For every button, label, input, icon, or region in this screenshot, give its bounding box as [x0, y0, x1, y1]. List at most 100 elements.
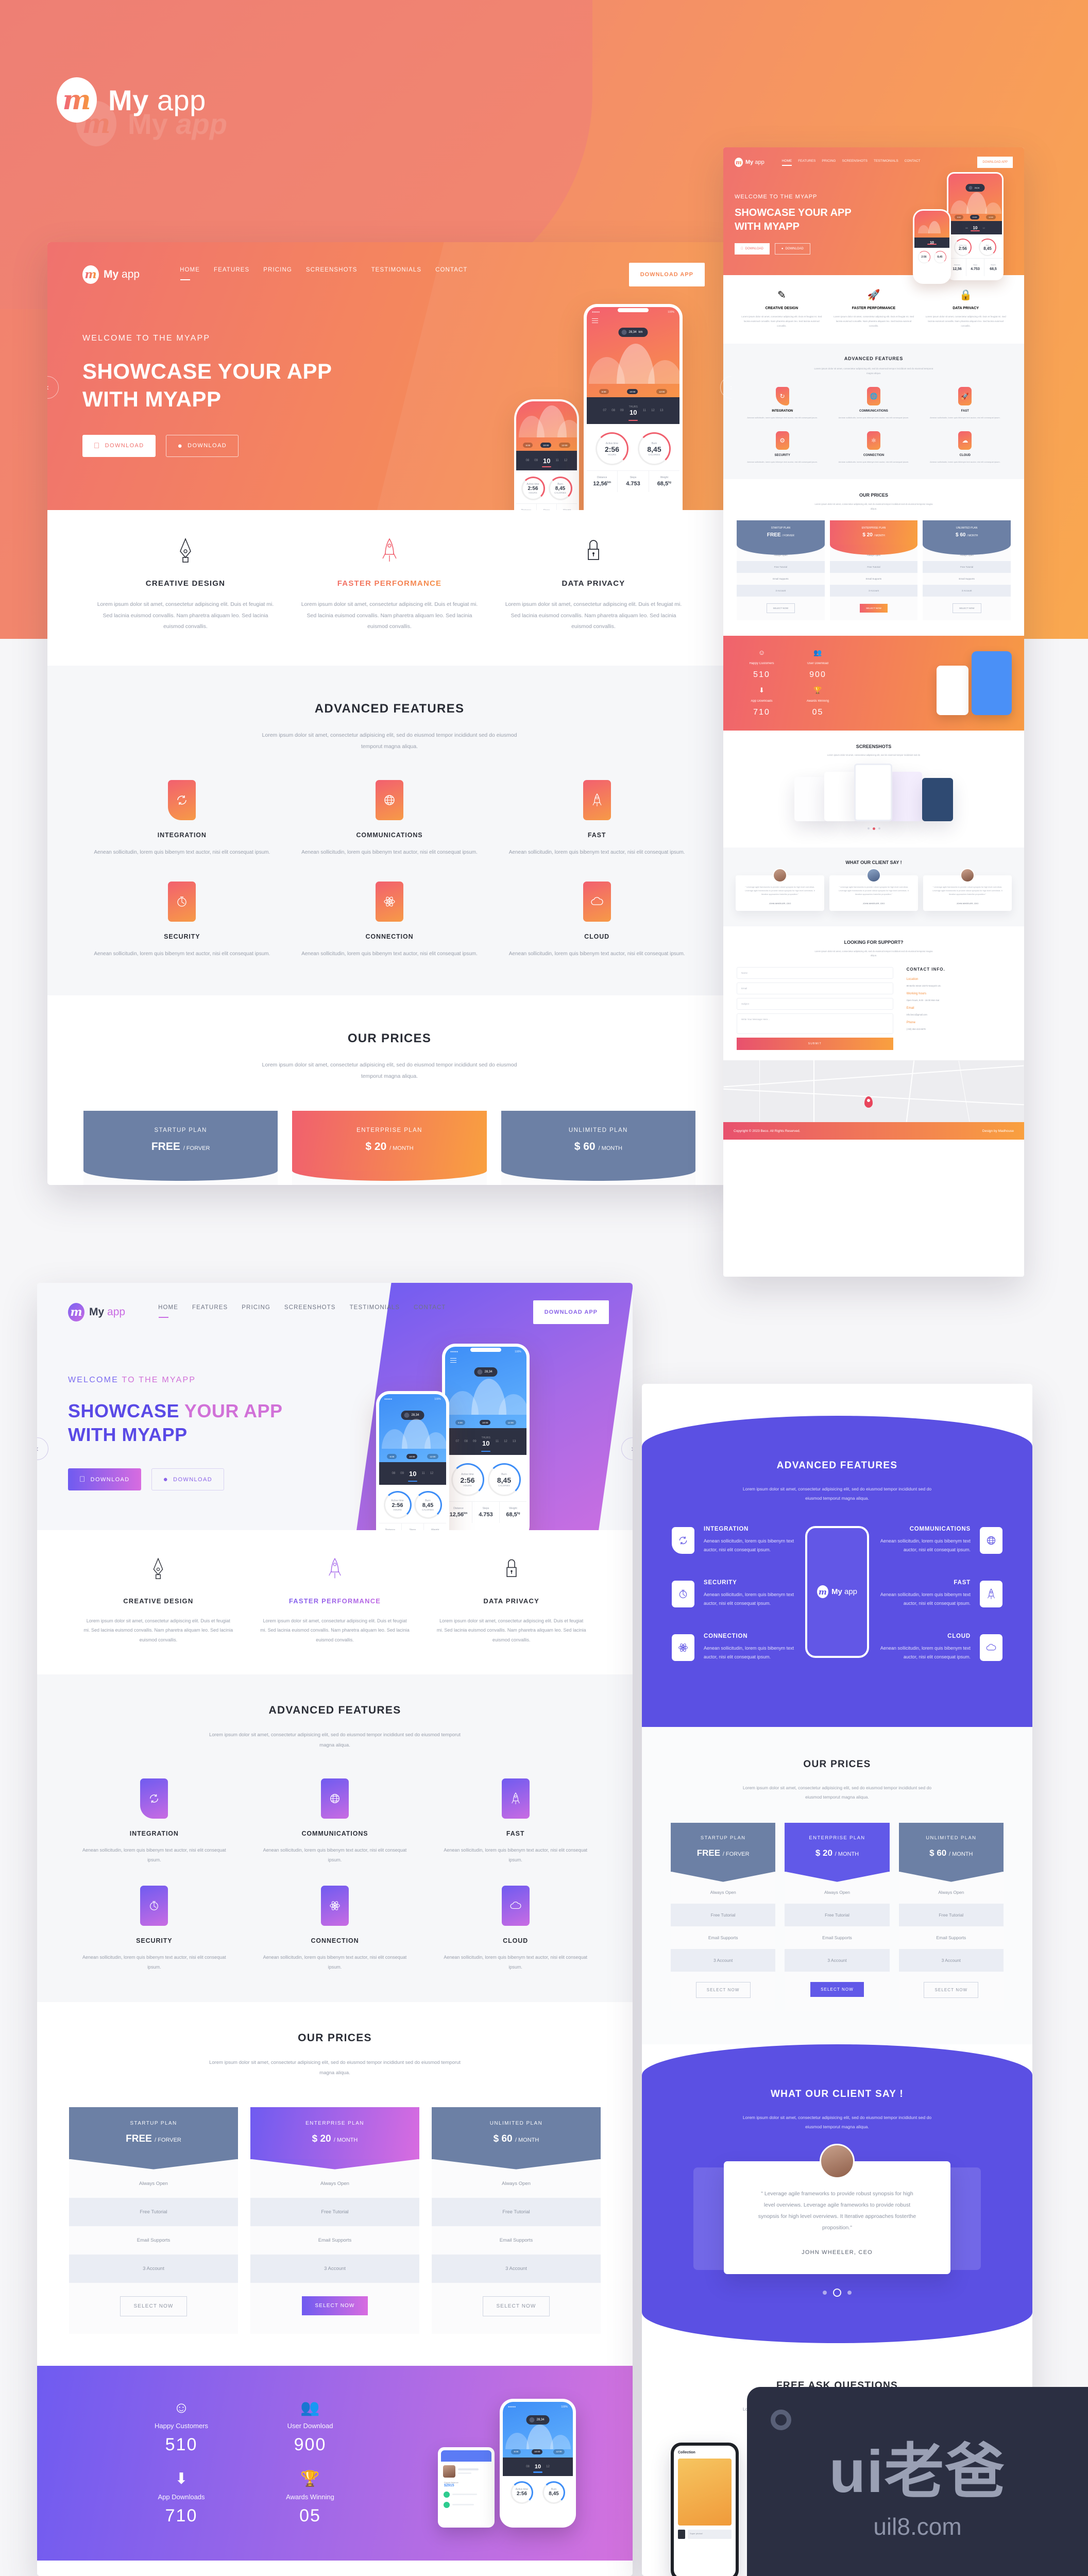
nav-item-screenshots[interactable]: SCREENSHOTS	[284, 1304, 336, 1320]
nav-item-testimonials[interactable]: TESTIMONIALS	[874, 159, 898, 166]
carousel-dot-active[interactable]	[872, 827, 875, 830]
nav-item-pricing[interactable]: PRICING	[263, 267, 292, 282]
advanced-feature-body: Aenean sollicitudin, lorem quis bibenym …	[838, 416, 909, 419]
carousel-dot[interactable]	[823, 2290, 827, 2295]
download-android-button[interactable]: ● DOWNLOAD	[165, 434, 239, 457]
carousel-dot[interactable]	[847, 2290, 852, 2295]
select-plan-button[interactable]: SELECT NOW	[120, 2296, 188, 2316]
select-plan-button[interactable]: SELECT NOW	[952, 603, 981, 613]
nav-item-pricing[interactable]: PRICING	[822, 159, 836, 166]
navbar-logo[interactable]: m My app	[82, 265, 140, 284]
apple-icon: 	[741, 247, 743, 250]
email-field[interactable]: Email	[737, 982, 893, 995]
advanced-feature-card: ↻ INTEGRATION Aenean sollicitudin, lorem q…	[737, 387, 828, 420]
advanced-feature-body: Aenean sollicitudin, lorem quis bibenym …	[301, 849, 478, 855]
atom-icon	[375, 881, 403, 922]
pen-nib-icon: ✎	[777, 290, 786, 301]
prices-section: OUR PRICES Lorem ipsum dolor sit amet, c…	[723, 479, 1024, 636]
carousel-next-arrow-icon[interactable]: ›	[720, 376, 732, 399]
select-plan-button[interactable]: SELECT NOW	[482, 2296, 550, 2316]
pen-nib-icon	[97, 537, 274, 566]
nav-item-screenshots[interactable]: SCREENSHOTS	[842, 159, 868, 166]
nav-item-contact[interactable]: CONTACT	[414, 1304, 446, 1320]
hamburger-menu-icon[interactable]	[592, 318, 598, 324]
download-app-button[interactable]: DOWNLOAD APP	[977, 157, 1013, 168]
testimonial-carousel-dots[interactable]	[675, 2288, 999, 2297]
message-textarea[interactable]: Write Your Message Here...	[737, 1013, 893, 1035]
advanced-feature-body: Aenean sollicitudin, lorem quis bibenym …	[508, 849, 685, 855]
nav-item-pricing[interactable]: PRICING	[242, 1304, 270, 1320]
avatar	[820, 2144, 855, 2179]
advanced-feature-title: SECURITY	[136, 1937, 173, 1944]
section-title: ADVANCED FEATURES	[314, 701, 465, 716]
download-apple-button[interactable]: DOWNLOAD	[735, 243, 770, 255]
nav-item-home[interactable]: HOME	[180, 267, 200, 282]
pricing-plan-startup: STARTUP PLAN FREE / FORVER Always Open F…	[69, 2107, 238, 2334]
nav-item-contact[interactable]: CONTACT	[435, 267, 467, 282]
submit-button[interactable]: SUBMIT	[737, 1038, 893, 1050]
download-apple-button[interactable]:  DOWNLOAD	[82, 434, 156, 457]
plan-feature: Email Supports	[499, 2237, 533, 2243]
active-time-ring: Active time 2:56 HOURS	[451, 1463, 484, 1496]
date-strip[interactable]: 07 08 09 THURS 10 11 12 13	[587, 397, 679, 424]
pricing-plan-unlimited: UNLIMITED PLAN $ 60 / MONTH Always Open F…	[923, 520, 1011, 620]
advanced-feature-title: CONNECTION	[365, 933, 414, 940]
nav-item-testimonials[interactable]: TESTIMONIALS	[371, 267, 422, 282]
counter-label: Happy Customers	[154, 2421, 209, 2430]
lock-icon	[436, 1555, 586, 1584]
download-app-button[interactable]: DOWNLOAD APP	[533, 1300, 609, 1324]
section-subtitle: Lorem ipsum dolor sit amet, consectetur …	[814, 503, 933, 510]
feature-title: FASTER PERFORMANCE	[301, 579, 478, 588]
navbar: m My app HOME FEATURES PRICING SCREENSHO…	[47, 242, 732, 286]
nav-item-testimonials[interactable]: TESTIMONIALS	[350, 1304, 400, 1320]
select-plan-button[interactable]: SELECT NOW	[924, 1981, 979, 1998]
nav-item-features[interactable]: FEATURES	[798, 159, 815, 166]
subject-field[interactable]: Subject	[737, 998, 893, 1010]
select-plan-button[interactable]: SELECT NOW	[860, 604, 888, 613]
plan-header: ENTERPRISE PLAN $ 20 / MONTH	[250, 2107, 419, 2159]
nav-item-features[interactable]: FEATURES	[214, 267, 249, 282]
download-app-button[interactable]: DOWNLOAD APP	[628, 263, 705, 286]
advanced-feature-title: CLOUD	[584, 933, 610, 940]
select-plan-button[interactable]: SELECT NOW	[810, 1981, 864, 1997]
advanced-feature-card: CONNECTION Aenean sollicitudin, lorem qui…	[672, 1633, 799, 1662]
download-box-icon: ⬇	[175, 2470, 188, 2487]
download-android-button[interactable]: ● DOWNLOAD	[151, 1468, 225, 1491]
screenshots-section: SCREENSHOTS Lorem ipsum dolor sit amet, …	[723, 731, 1024, 848]
select-plan-button[interactable]: SELECT NOW	[695, 1981, 751, 1998]
atom-icon	[320, 1885, 349, 1926]
name-field[interactable]: Name	[737, 967, 893, 979]
date-strip[interactable]: 07 08 09 THURS 10 11 12 13	[445, 1428, 526, 1455]
select-plan-button[interactable]: SELECT NOW	[766, 603, 795, 613]
download-android-button[interactable]: ● DOWNLOAD	[774, 243, 810, 255]
download-apple-button[interactable]: DOWNLOAD	[68, 1468, 141, 1491]
brand-mark-icon: m	[735, 158, 743, 167]
advanced-feature-body: Aenean sollicitudin, lorem quis bibenym …	[301, 951, 478, 957]
feature-card: FASTER PERFORMANCE Lorem ipsum dolor sit…	[287, 537, 491, 633]
navbar-logo[interactable]: m My app	[68, 1303, 125, 1321]
nav-item-screenshots[interactable]: SCREENSHOTS	[306, 267, 358, 282]
nav-item-features[interactable]: FEATURES	[192, 1304, 228, 1320]
atom-icon: ⚛	[866, 431, 880, 450]
brand-logo: m My app	[57, 77, 206, 123]
watermark-url: uil8.com	[873, 2513, 962, 2540]
feature-body: Lorem ipsum dolor sit amet, consectetur …	[741, 315, 822, 327]
carousel-dot[interactable]	[878, 827, 880, 829]
contact-info: CONTACT INFO. Location 80 Berlin Street 1…	[906, 967, 945, 1031]
support-section: LOOKING FOR SUPPORT? Lorem ipsum dolor s…	[723, 926, 1024, 1061]
select-plan-button[interactable]: SELECT NOW	[301, 2296, 368, 2315]
advanced-features-grid: INTEGRATION Aenean sollicitudin, lorem q…	[47, 779, 732, 959]
feature-body: Lorem ipsum dolor sit amet, consectetur …	[97, 601, 274, 630]
hamburger-menu-icon[interactable]	[450, 1358, 456, 1364]
section-title: LOOKING FOR SUPPORT?	[844, 939, 904, 945]
carousel-next-arrow-icon[interactable]: ›	[621, 1437, 633, 1460]
nav-item-home[interactable]: HOME	[781, 159, 792, 166]
rocket-icon: 🚀	[867, 290, 880, 301]
map-section[interactable]	[723, 1060, 1024, 1123]
carousel-dot-active[interactable]	[833, 2288, 841, 2297]
phone-notch	[470, 1348, 501, 1352]
nav-item-home[interactable]: HOME	[158, 1304, 178, 1320]
carousel-dot[interactable]	[867, 827, 870, 829]
advanced-feature-body: Aenean sollicitudin, lorem quis bibenym …	[929, 460, 1000, 463]
nav-item-contact[interactable]: CONTACT	[905, 159, 921, 166]
